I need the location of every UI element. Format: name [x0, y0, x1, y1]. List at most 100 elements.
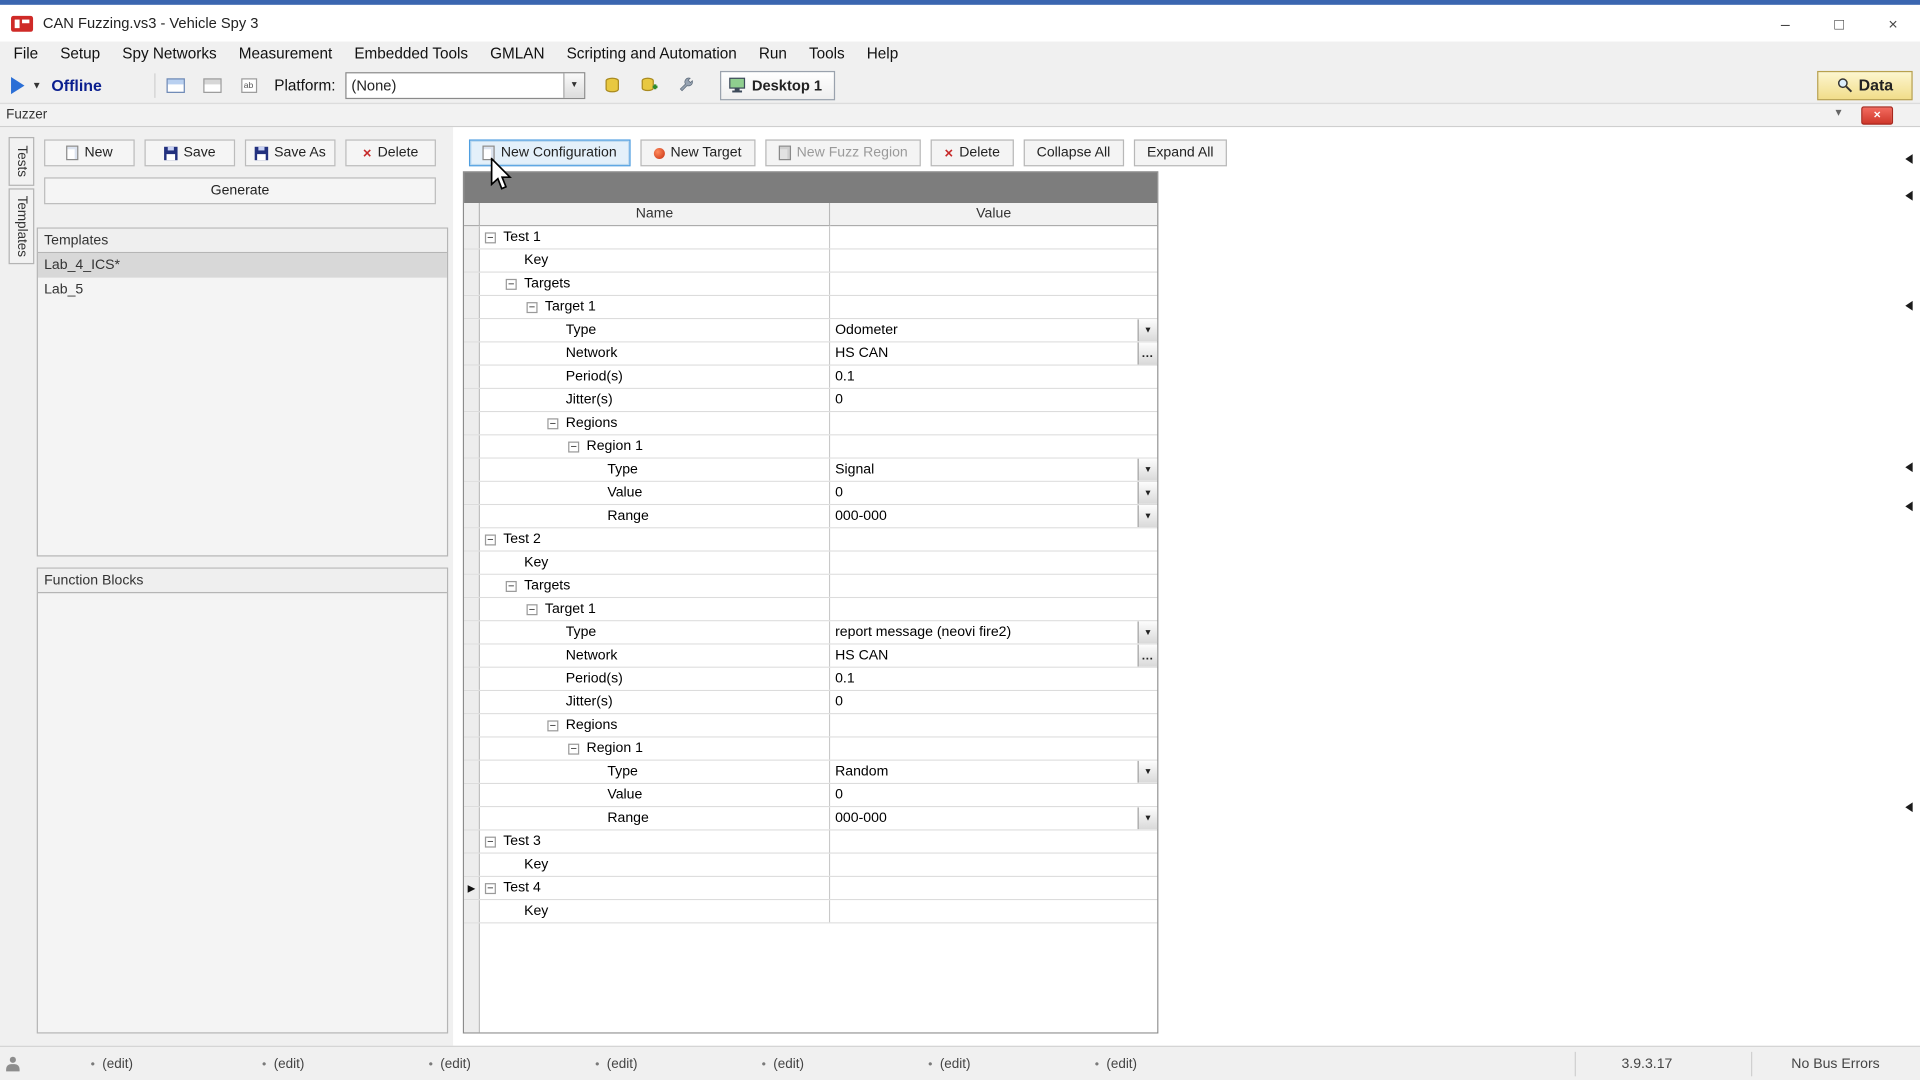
run-button[interactable] [5, 73, 29, 97]
tree-row-network[interactable]: NetworkHS CAN… [464, 342, 1157, 365]
tree-row-value[interactable]: Value0▼ [464, 482, 1157, 505]
collapse-box-icon[interactable]: − [485, 882, 496, 893]
row-value-cell[interactable]: 0 [830, 691, 1157, 713]
tree-row-targets[interactable]: −Targets [464, 273, 1157, 296]
tree-row-key[interactable]: Key [464, 854, 1157, 877]
tree-row-range[interactable]: Range000-000▼ [464, 505, 1157, 528]
save-as-button[interactable]: Save As [245, 139, 336, 166]
column-header-value[interactable]: Value [830, 203, 1157, 226]
tree-row-region-1[interactable]: −Region 1 [464, 738, 1157, 761]
menu-gmlan[interactable]: GMLAN [479, 42, 555, 68]
tree-row-target-1[interactable]: −Target 1 [464, 296, 1157, 319]
tab-desktop-1[interactable]: Desktop 1 [720, 70, 836, 99]
dropdown-button[interactable]: ▼ [1138, 621, 1158, 643]
tree-row-type[interactable]: TypeSignal▼ [464, 459, 1157, 482]
tree-row-test-1[interactable]: −Test 1 [464, 226, 1157, 249]
row-value-cell[interactable] [830, 900, 1157, 922]
tree-row-jitter-s[interactable]: Jitter(s)0 [464, 691, 1157, 714]
ellipsis-button[interactable]: … [1138, 645, 1158, 667]
tools-button[interactable] [671, 72, 700, 99]
tree-row-regions[interactable]: −Regions [464, 412, 1157, 435]
row-value-cell[interactable] [830, 552, 1157, 574]
expand-all-button[interactable]: Expand All [1134, 139, 1228, 166]
tree-row-test-2[interactable]: −Test 2 [464, 528, 1157, 551]
database-add-button[interactable] [634, 72, 663, 99]
panel-menu-chevron-icon[interactable]: ▾ [1835, 106, 1841, 119]
tree-row-key[interactable]: Key [464, 552, 1157, 575]
menu-embedded-tools[interactable]: Embedded Tools [343, 42, 479, 68]
ellipsis-button[interactable]: … [1138, 342, 1158, 364]
collapse-box-icon[interactable]: − [568, 441, 579, 452]
row-value-cell[interactable]: 000-000▼ [830, 505, 1157, 527]
new-target-button[interactable]: New Target [640, 139, 755, 166]
save-button[interactable]: Save [144, 139, 235, 166]
row-value-cell[interactable]: Odometer▼ [830, 319, 1157, 341]
row-value-cell[interactable]: 0 [830, 784, 1157, 806]
delete-button[interactable]: ×Delete [931, 139, 1013, 166]
dropdown-button[interactable]: ▼ [1138, 505, 1158, 527]
side-tab-tests[interactable]: Tests [9, 137, 35, 186]
tree-row-value[interactable]: Value0 [464, 784, 1157, 807]
template-item-lab-4-ics[interactable]: Lab_4_ICS* [38, 253, 447, 277]
collapse-box-icon[interactable]: − [527, 301, 538, 312]
minimize-button[interactable]: – [1758, 5, 1812, 42]
tree-row-target-1[interactable]: −Target 1 [464, 598, 1157, 621]
tree-row-regions[interactable]: −Regions [464, 714, 1157, 737]
row-value-cell[interactable]: HS CAN… [830, 645, 1157, 667]
generate-button[interactable]: Generate [44, 177, 436, 204]
dropdown-button[interactable]: ▼ [1138, 459, 1158, 481]
row-value-cell[interactable] [830, 250, 1157, 272]
menu-scripting-and-automation[interactable]: Scripting and Automation [556, 42, 748, 68]
collapse-box-icon[interactable]: − [485, 232, 496, 243]
row-value-cell[interactable]: 0 [830, 389, 1157, 411]
side-tab-templates[interactable]: Templates [9, 188, 35, 264]
row-value-cell[interactable]: 0.1 [830, 668, 1157, 690]
collapse-box-icon[interactable]: − [568, 743, 579, 754]
collapse-box-icon[interactable]: − [547, 720, 558, 731]
menu-spy-networks[interactable]: Spy Networks [111, 42, 227, 68]
tree-row-type[interactable]: TypeOdometer▼ [464, 319, 1157, 342]
secondary-view-button[interactable] [197, 72, 226, 99]
row-value-cell[interactable]: 000-000▼ [830, 807, 1157, 829]
tree-row-test-4[interactable]: ▶−Test 4 [464, 877, 1157, 900]
row-value-cell[interactable]: 0▼ [830, 482, 1157, 504]
tree-row-region-1[interactable]: −Region 1 [464, 435, 1157, 458]
tree-row-key[interactable]: Key [464, 900, 1157, 923]
collapse-box-icon[interactable]: − [506, 278, 517, 289]
menu-setup[interactable]: Setup [49, 42, 111, 68]
tree-row-period-s[interactable]: Period(s)0.1 [464, 668, 1157, 691]
tree-row-range[interactable]: Range000-000▼ [464, 807, 1157, 830]
row-value-cell[interactable]: Signal▼ [830, 459, 1157, 481]
collapse-all-button[interactable]: Collapse All [1023, 139, 1124, 166]
tree-row-test-3[interactable]: −Test 3 [464, 830, 1157, 853]
row-value-cell[interactable]: Random▼ [830, 761, 1157, 783]
chevron-down-icon[interactable]: ▼ [563, 73, 584, 97]
document-view-button[interactable]: ab [234, 72, 263, 99]
column-header-name[interactable]: Name [480, 203, 830, 226]
run-dropdown-caret-icon[interactable]: ▼ [32, 80, 42, 91]
tree-row-key[interactable]: Key [464, 250, 1157, 273]
close-button[interactable]: × [1866, 5, 1920, 42]
dropdown-button[interactable]: ▼ [1138, 761, 1158, 783]
menu-help[interactable]: Help [856, 42, 910, 68]
tree-row-targets[interactable]: −Targets [464, 575, 1157, 598]
menu-measurement[interactable]: Measurement [228, 42, 344, 68]
panel-close-button[interactable]: × [1861, 106, 1893, 124]
dropdown-button[interactable]: ▼ [1138, 482, 1158, 504]
collapse-box-icon[interactable]: − [485, 836, 496, 847]
collapse-box-icon[interactable]: − [527, 604, 538, 615]
collapse-box-icon[interactable]: − [547, 418, 558, 429]
collapse-box-icon[interactable]: − [485, 534, 496, 545]
row-value-cell[interactable]: HS CAN… [830, 342, 1157, 364]
tree-row-period-s[interactable]: Period(s)0.1 [464, 366, 1157, 389]
database-button[interactable] [598, 72, 627, 99]
messages-view-button[interactable] [160, 72, 189, 99]
menu-run[interactable]: Run [748, 42, 798, 68]
new-button[interactable]: New [44, 139, 135, 166]
row-value-cell[interactable]: report message (neovi fire2)▼ [830, 621, 1157, 643]
tree-row-type[interactable]: TypeRandom▼ [464, 761, 1157, 784]
menu-tools[interactable]: Tools [798, 42, 856, 68]
tree-row-type[interactable]: Typereport message (neovi fire2)▼ [464, 621, 1157, 644]
data-button[interactable]: Data [1817, 70, 1913, 99]
tree-row-network[interactable]: NetworkHS CAN… [464, 645, 1157, 668]
